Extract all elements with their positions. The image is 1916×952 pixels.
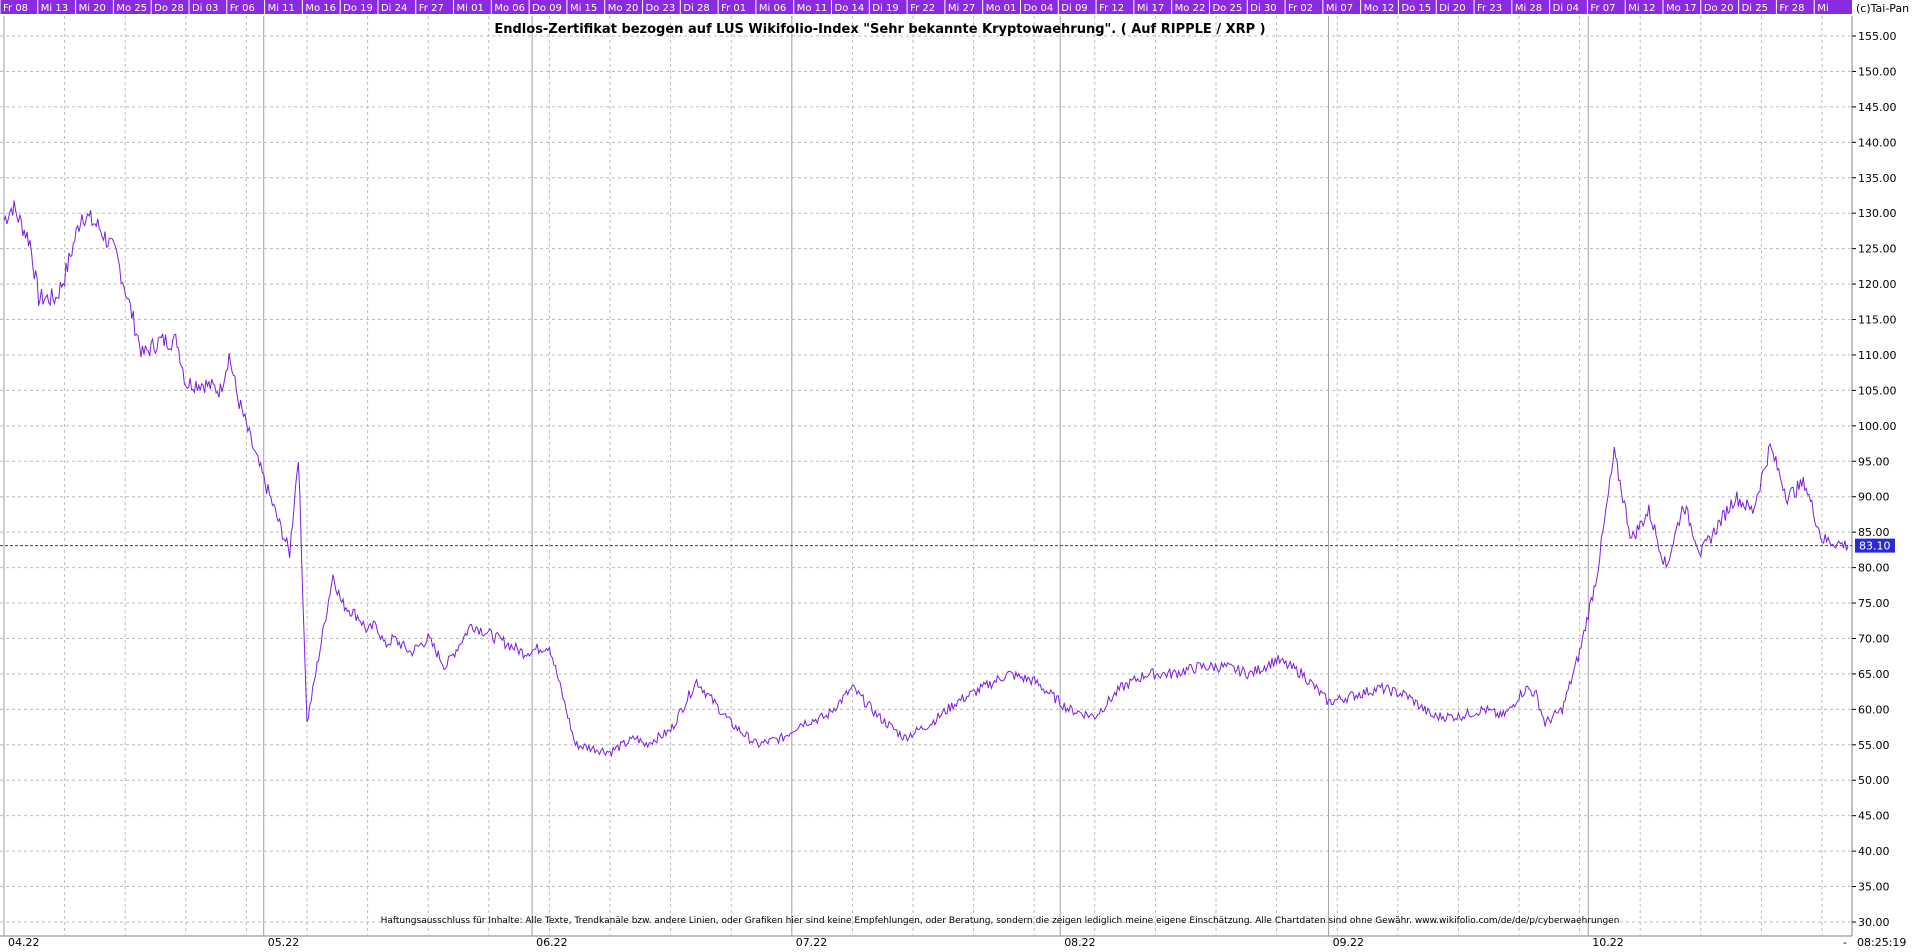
header-day-label: Mi 07 <box>1326 3 1353 14</box>
header-day-label: Fr 12 <box>1099 3 1124 14</box>
y-tick-label: 85.00 <box>1858 526 1890 539</box>
header-day-label: Mo 06 <box>494 3 525 14</box>
header-day-label: Mi 27 <box>948 3 975 14</box>
header-day-label: Mi 11 <box>268 3 295 14</box>
header-day-label: Do 09 <box>532 3 562 14</box>
footer-time: 08:25:19 <box>1857 936 1906 949</box>
header-day-label: Mo 11 <box>797 3 828 14</box>
x-tick-label: 10.22 <box>1592 936 1624 949</box>
x-axis: 04.22 05.22 06.22 07.22 08.22 09.22 10.22 <box>8 936 1624 949</box>
header-day-label: Mo 22 <box>1175 3 1206 14</box>
header-day-label: Do 28 <box>154 3 184 14</box>
y-tick-label: 115.00 <box>1858 314 1897 327</box>
header-day-label: Fr 06 <box>230 3 255 14</box>
header-day-label: Fr 28 <box>1779 3 1804 14</box>
header-day-label: Fr 01 <box>721 3 746 14</box>
header-day-label: Fr 27 <box>419 3 444 14</box>
footer-dash: - <box>1843 936 1847 949</box>
y-tick-label: 30.00 <box>1858 916 1890 929</box>
header-day-label: Mo 20 <box>608 3 639 14</box>
header-day-label: Di 24 <box>381 3 407 14</box>
header-day-label: Mi 17 <box>1137 3 1164 14</box>
y-tick-label: 60.00 <box>1858 703 1890 716</box>
header-date-bar: Fr 08 Mi 13 Mi 20 Mo 25 Do 28 Di 03 Fr 06 Mi 11… <box>0 0 1852 14</box>
header-day-label: Fr 02 <box>1288 3 1313 14</box>
header-day-label: Do 15 <box>1401 3 1431 14</box>
header-day-label: Mi 01 <box>457 3 484 14</box>
y-tick-label: 95.00 <box>1858 455 1890 468</box>
header-day-label: Mi 12 <box>1628 3 1655 14</box>
y-tick-label: 125.00 <box>1858 243 1897 256</box>
header-day-label: Di 25 <box>1742 3 1768 14</box>
header-day-label: Do 23 <box>646 3 676 14</box>
x-tick-label: 06.22 <box>536 936 568 949</box>
y-tick-label: 110.00 <box>1858 349 1897 362</box>
last-price-label: 83.10 <box>1859 540 1891 553</box>
y-tick-label: 140.00 <box>1858 136 1897 149</box>
y-tick-label: 135.00 <box>1858 172 1897 185</box>
y-tick-label: 130.00 <box>1858 207 1897 220</box>
header-day-label: Di 20 <box>1439 3 1465 14</box>
y-tick-label: 105.00 <box>1858 384 1897 397</box>
y-tick-label: 50.00 <box>1858 774 1890 787</box>
y-tick-label: 155.00 <box>1858 30 1897 43</box>
header-day-label: Mo 17 <box>1666 3 1697 14</box>
chart-title: Endlos-Zertifikat bezogen auf LUS Wikifo… <box>494 22 1265 37</box>
x-tick-label: 08.22 <box>1064 936 1096 949</box>
y-tick-label: 40.00 <box>1858 845 1890 858</box>
header-day-label: Do 20 <box>1704 3 1734 14</box>
header-day-label: Di 03 <box>192 3 218 14</box>
header-day-label: Di 19 <box>872 3 898 14</box>
grid <box>0 16 1853 937</box>
header-day-label: Mi 15 <box>570 3 597 14</box>
x-tick-label: 09.22 <box>1333 936 1365 949</box>
header-day-label: Fr 07 <box>1590 3 1615 14</box>
header-day-label: Mi <box>1817 3 1828 14</box>
header-day-label: Fr 23 <box>1477 3 1502 14</box>
y-tick-label: 100.00 <box>1858 420 1897 433</box>
disclaimer-text: Haftungsausschluss für Inhalte: Alle Tex… <box>381 916 1620 926</box>
price-chart: Fr 08 Mi 13 Mi 20 Mo 25 Do 28 Di 03 Fr 06 Mi 11… <box>0 0 1916 949</box>
y-tick-label: 65.00 <box>1858 668 1890 681</box>
header-day-label: Mi 06 <box>759 3 786 14</box>
last-price-badge: 83.10 <box>1855 538 1895 553</box>
y-tick-label: 150.00 <box>1858 65 1897 78</box>
header-day-label: Di 28 <box>683 3 709 14</box>
header-day-label: Di 09 <box>1061 3 1087 14</box>
y-axis: 30.00 35.00 40.00 45.00 50.00 55.00 60.00 65.00… <box>1852 30 1897 929</box>
y-tick-label: 80.00 <box>1858 562 1890 575</box>
y-tick-label: 120.00 <box>1858 278 1897 291</box>
y-tick-label: 75.00 <box>1858 597 1890 610</box>
header-day-label: Do 14 <box>835 3 865 14</box>
header-day-label: Di 04 <box>1553 3 1579 14</box>
header-day-label: Fr 08 <box>3 3 28 14</box>
header-day-label: Mo 25 <box>116 3 147 14</box>
header-day-label: Fr 22 <box>910 3 935 14</box>
y-tick-label: 35.00 <box>1858 881 1890 894</box>
y-tick-label: 90.00 <box>1858 491 1890 504</box>
y-tick-label: 55.00 <box>1858 739 1890 752</box>
header-day-label: Mo 16 <box>305 3 336 14</box>
copyright-label: (c)Tai-Pan <box>1856 2 1909 15</box>
x-tick-label: 07.22 <box>796 936 828 949</box>
x-tick-label: 04.22 <box>8 936 40 949</box>
y-tick-label: 145.00 <box>1858 101 1897 114</box>
header-day-label: Mi 28 <box>1515 3 1542 14</box>
x-tick-label: 05.22 <box>268 936 300 949</box>
header-day-label: Mi 13 <box>41 3 68 14</box>
header-day-label: Do 25 <box>1212 3 1242 14</box>
header-day-label: Do 04 <box>1023 3 1053 14</box>
header-day-label: Mo 01 <box>986 3 1017 14</box>
y-tick-label: 70.00 <box>1858 632 1890 645</box>
header-day-label: Do 19 <box>343 3 373 14</box>
header-day-label: Mi 20 <box>79 3 106 14</box>
y-tick-label: 45.00 <box>1858 810 1890 823</box>
header-day-label: Di 30 <box>1250 3 1276 14</box>
header-day-label: Mo 12 <box>1364 3 1395 14</box>
